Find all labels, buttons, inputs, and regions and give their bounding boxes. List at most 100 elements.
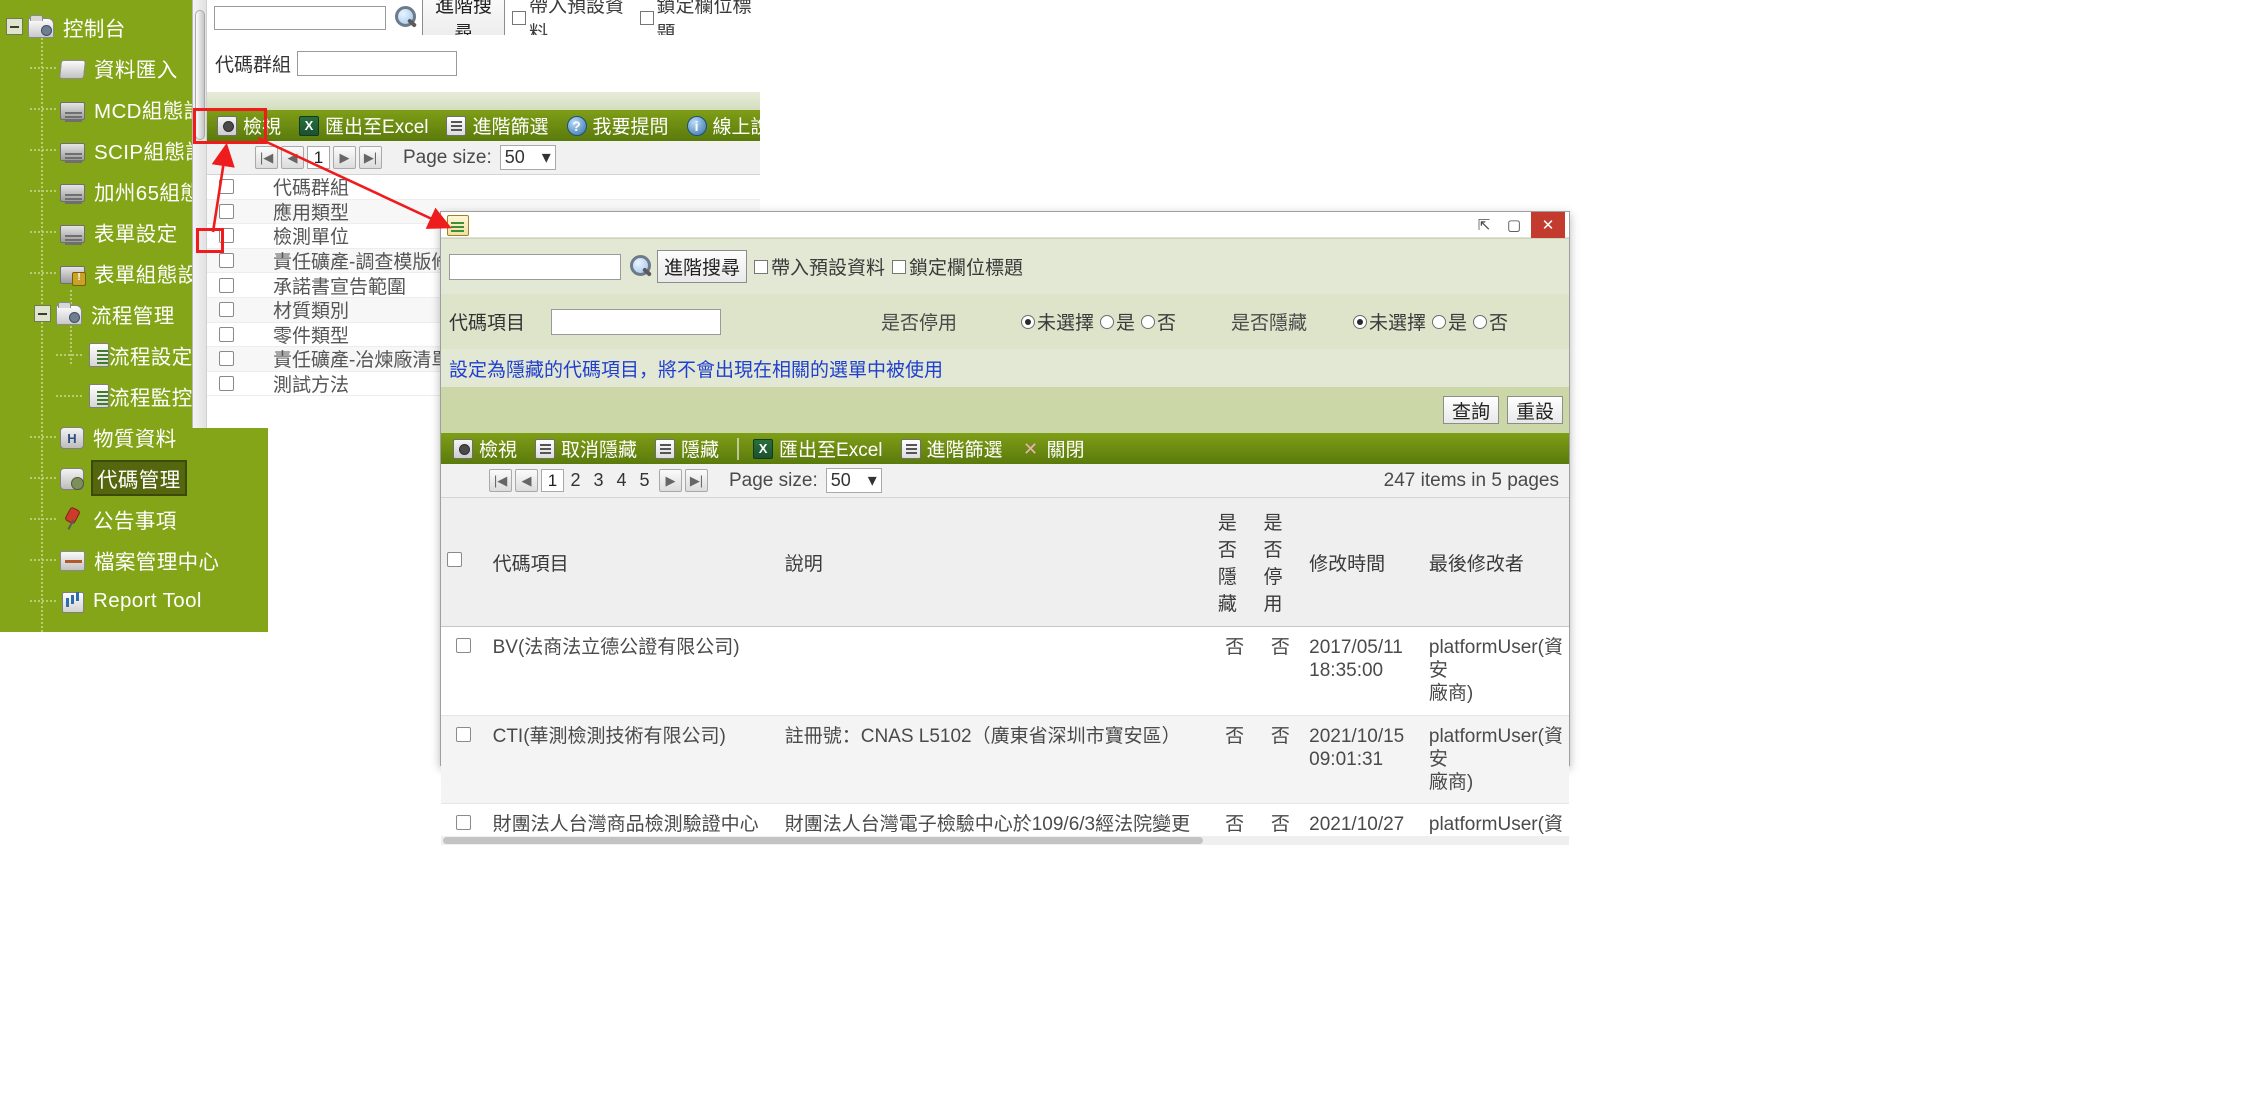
pager-first-button[interactable]: |◀	[255, 146, 278, 169]
dialog-pager-page-4[interactable]: 4	[613, 470, 630, 491]
dialog-filter-row: 代碼項目 是否停用 未選擇 是 否 是否隱藏 未選擇 是 否	[441, 294, 1569, 349]
row-checkbox[interactable]	[456, 638, 472, 653]
search-bar: 進階搜尋 帶入預設資料 鎖定欄位標題	[207, 0, 760, 48]
reset-button[interactable]: 重設	[1506, 396, 1563, 424]
doc-icon	[89, 384, 109, 408]
dialog-close-toolbar-button[interactable]: ✕ 關閉	[1021, 435, 1085, 462]
header-code-item[interactable]: 代碼項目	[486, 498, 779, 627]
disabled-radio-yes[interactable]	[1100, 314, 1115, 329]
code-group-input[interactable]	[297, 51, 457, 76]
hide-button[interactable]: 隱藏	[655, 435, 719, 462]
list-item[interactable]: 代碼群組	[207, 175, 760, 200]
dialog-export-excel-label: 匯出至Excel	[779, 440, 883, 461]
default-data-checkbox[interactable]	[512, 10, 526, 25]
drawer-icon	[60, 184, 85, 202]
list-item-label: 測試方法	[273, 375, 350, 397]
row-checkbox[interactable]	[219, 302, 234, 318]
export-excel-button[interactable]: X 匯出至Excel	[299, 112, 428, 139]
dialog-action-bar: 查詢 重設	[441, 387, 1569, 433]
dialog-advanced-filter-button[interactable]: 進階篩選	[900, 435, 1003, 462]
restore-button[interactable]: ⇱	[1469, 214, 1499, 236]
import-icon	[59, 60, 86, 79]
disabled-radio-group: 是否停用 未選擇 是 否	[881, 308, 1176, 335]
dialog-pager-last-button[interactable]: ▶|	[685, 469, 708, 492]
close-button[interactable]: ✕	[1531, 211, 1565, 238]
tree-dash	[30, 476, 56, 479]
select-all-checkbox[interactable]	[447, 552, 462, 567]
advanced-filter-button[interactable]: 進階篩選	[446, 112, 549, 139]
dialog-pager-page-2[interactable]: 2	[567, 470, 584, 491]
dialog-pager-next-button[interactable]: ▶	[659, 469, 682, 492]
maximize-button[interactable]: ▢	[1499, 214, 1529, 236]
online-help-button[interactable]: i 線上說明	[686, 112, 789, 139]
dialog-pager-page-5[interactable]: 5	[636, 470, 653, 491]
pager-next-button[interactable]: ▶	[333, 146, 356, 169]
collapse-icon[interactable]	[6, 18, 23, 35]
row-checkbox[interactable]	[456, 726, 472, 742]
hidden-radio-yes[interactable]	[1432, 314, 1447, 329]
row-checkbox[interactable]	[219, 277, 234, 293]
tree-dash	[30, 148, 56, 151]
row-checkbox[interactable]	[219, 228, 234, 244]
row-checkbox-cell[interactable]	[441, 626, 487, 716]
code-item-input[interactable]	[551, 308, 721, 335]
view-button[interactable]: 檢視	[217, 112, 281, 139]
scrollbar-thumb[interactable]	[195, 10, 205, 140]
cell-is-hidden: 否	[1211, 626, 1258, 716]
hidden-radio-group: 是否隱藏 未選擇 是 否	[1231, 308, 1508, 335]
header-is-hidden[interactable]: 是否 隱藏	[1211, 498, 1258, 627]
row-checkbox[interactable]	[219, 203, 234, 219]
table-row[interactable]: CTI(華測檢測技術有限公司) 註冊號：CNAS L5102（廣東省深圳市寶安區…	[441, 715, 1569, 805]
dialog-export-excel-button[interactable]: X 匯出至Excel	[753, 435, 883, 462]
collapse-icon[interactable]	[34, 305, 51, 322]
row-checkbox[interactable]	[456, 815, 472, 831]
row-checkbox[interactable]	[219, 179, 234, 195]
table-row[interactable]: BV(法商法立德公證有限公司) 否 否 2017/05/11 18:35:00 …	[441, 626, 1569, 716]
row-checkbox[interactable]	[219, 351, 234, 367]
header-description[interactable]: 說明	[778, 498, 1212, 627]
row-checkbox[interactable]	[219, 376, 234, 392]
dialog-search-input[interactable]	[449, 253, 621, 280]
dialog-pager-page-3[interactable]: 3	[590, 470, 607, 491]
scrollbar-thumb[interactable]	[443, 837, 1203, 844]
hidden-option-yes: 是	[1448, 313, 1468, 334]
page-size-select[interactable]: 50 ▾	[499, 145, 556, 170]
query-button[interactable]: 查詢	[1442, 396, 1499, 424]
disabled-radio-unselected[interactable]	[1021, 314, 1036, 329]
hidden-radio-unselected[interactable]	[1353, 314, 1368, 329]
header-last-modifier[interactable]: 最後修改者	[1422, 498, 1569, 627]
row-checkbox-cell[interactable]	[441, 715, 487, 805]
header-modified-time[interactable]: 修改時間	[1303, 498, 1423, 627]
header-is-disabled[interactable]: 是否 停用	[1257, 498, 1304, 627]
dialog-advanced-search-button[interactable]: 進階搜尋	[657, 250, 748, 283]
header-is-hidden-line2: 隱藏	[1217, 567, 1237, 615]
dialog-lock-header-checkbox[interactable]	[892, 259, 907, 274]
ask-question-button[interactable]: ? 我要提問	[566, 112, 669, 139]
search-icon[interactable]	[627, 254, 653, 280]
pager-prev-button[interactable]: ◀	[281, 146, 304, 169]
dialog-view-button[interactable]: 檢視	[453, 435, 517, 462]
cell-modified-time: 2021/10/15 09:01:31	[1303, 715, 1423, 805]
header-select-all[interactable]	[441, 498, 487, 627]
dialog-pager-current-page[interactable]: 1	[541, 469, 564, 492]
panel-divider	[207, 92, 760, 110]
dialog-page-size-select[interactable]: 50 ▾	[825, 468, 882, 493]
tree-dash	[30, 517, 56, 520]
pager-last-button[interactable]: ▶|	[359, 146, 382, 169]
search-icon[interactable]	[392, 5, 418, 31]
unhide-button[interactable]: 取消隱藏	[535, 435, 637, 462]
lock-header-checkbox[interactable]	[639, 10, 654, 25]
dialog-default-data-checkbox[interactable]	[754, 259, 769, 274]
horizontal-scrollbar[interactable]	[441, 836, 1569, 845]
cell-code-item: BV(法商法立德公證有限公司)	[486, 626, 779, 716]
row-checkbox[interactable]	[219, 253, 234, 269]
row-checkbox[interactable]	[219, 326, 234, 342]
search-input[interactable]	[214, 5, 386, 30]
disabled-radio-no[interactable]	[1141, 314, 1156, 329]
pin-icon	[60, 507, 84, 531]
pager-current-page[interactable]: 1	[307, 146, 330, 169]
dialog-pager-prev-button[interactable]: ◀	[515, 469, 538, 492]
dialog-pager-first-button[interactable]: |◀	[489, 469, 512, 492]
hidden-radio-no[interactable]	[1473, 314, 1488, 329]
vertical-scrollbar[interactable]	[193, 0, 207, 428]
